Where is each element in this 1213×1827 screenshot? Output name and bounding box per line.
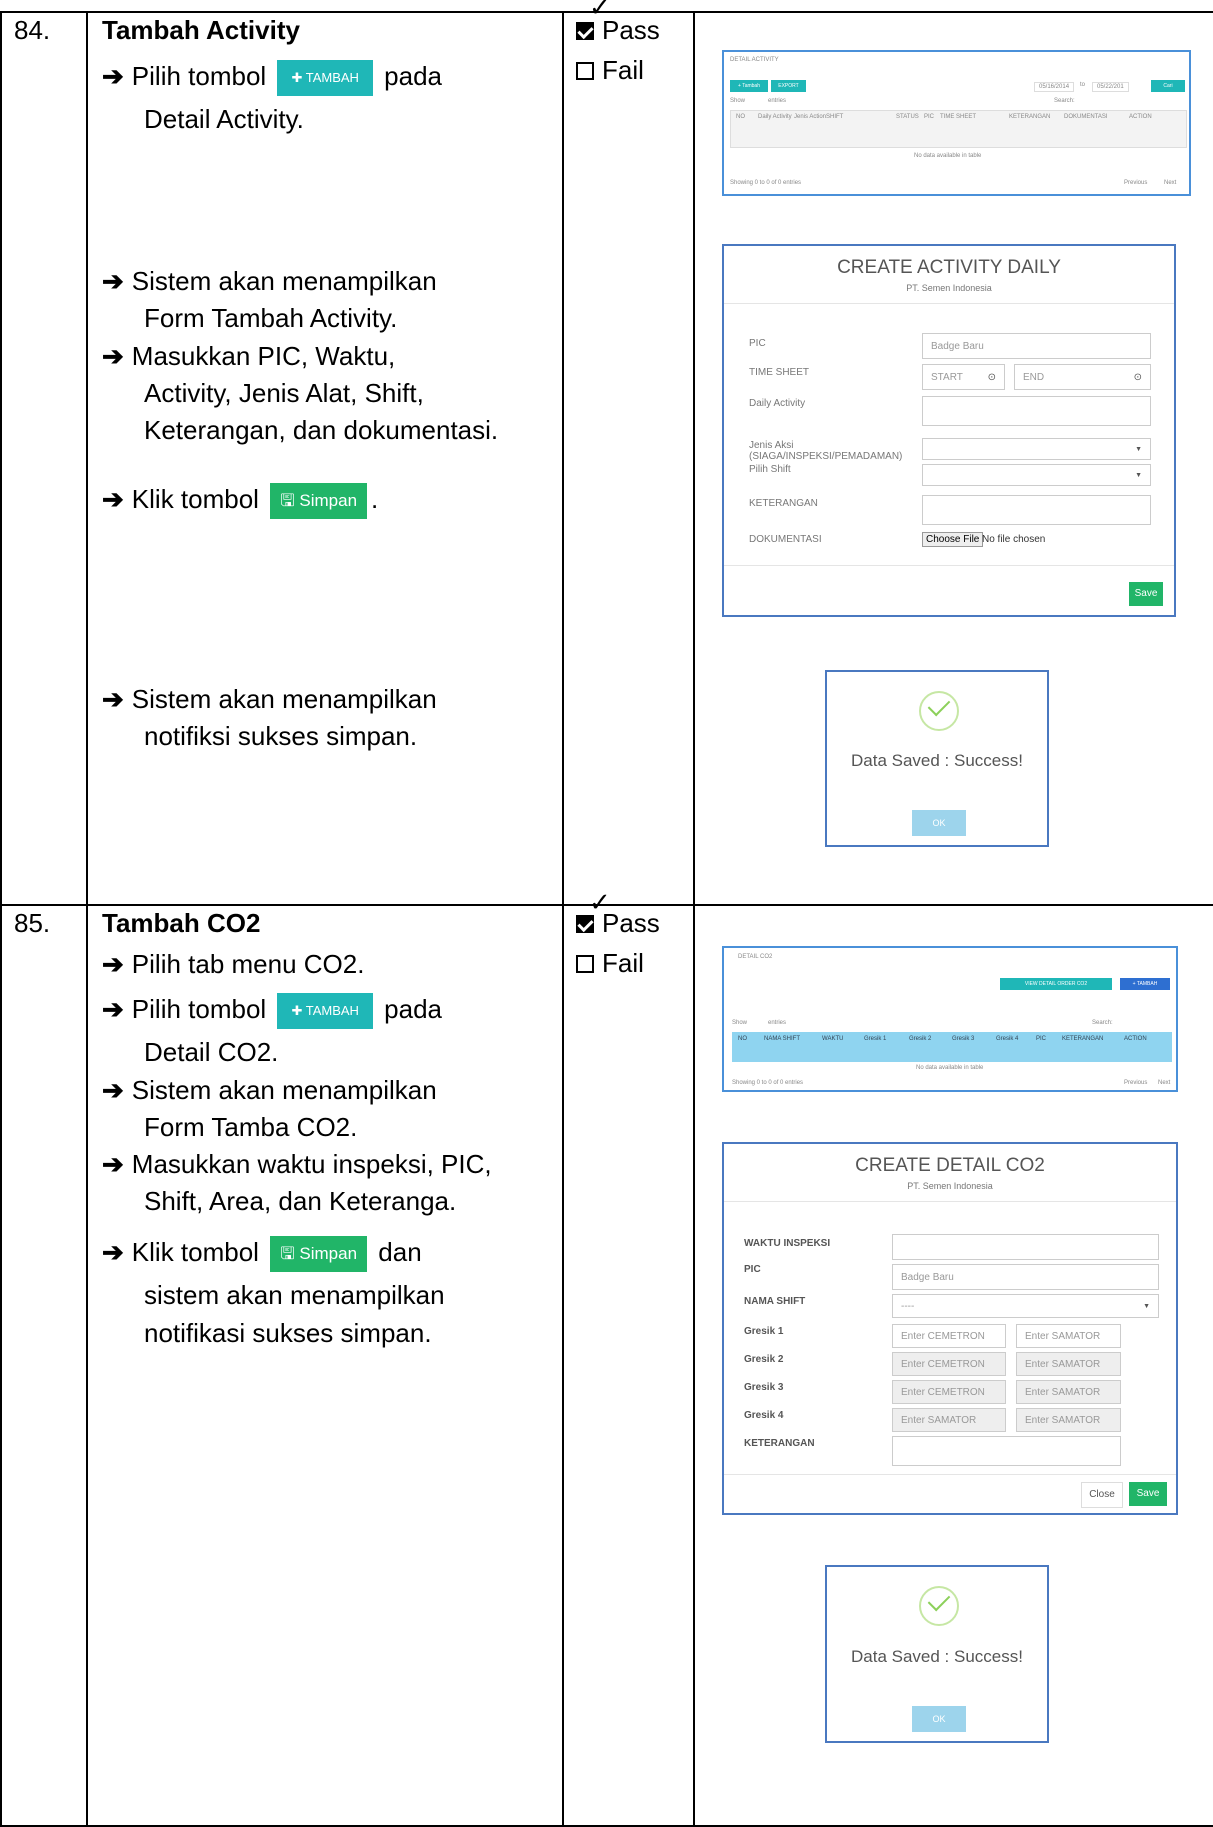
clock-icon: ⊙ [1133,371,1142,383]
choose-file-button[interactable]: Choose File [922,532,984,547]
pic-field[interactable]: Badge Baru [892,1264,1159,1290]
arrow-icon: ➔ [102,484,124,514]
clock-icon: ⊙ [987,371,996,383]
gresik3-samator-field[interactable]: Enter SAMATOR [1016,1380,1121,1404]
create-activity-form-screenshot: CREATE ACTIVITY DAILY PT. Semen Indonesi… [722,244,1176,617]
step-line: ➔ Sistem akan menampilkan [102,266,437,296]
row-title: Tambah CO2 [102,908,261,938]
step-line: ➔ Pilih tombol ✚ TAMBAH pada [102,58,442,97]
end-time-field[interactable]: END ⊙ [1014,364,1151,390]
arrow-icon: ➔ [102,994,124,1024]
shift-select[interactable]: ▼ [922,464,1151,486]
gresik4-samator-field[interactable]: Enter SAMATOR [892,1408,1006,1432]
keterangan-field[interactable] [892,1436,1121,1466]
arrow-icon: ➔ [102,61,124,91]
arrow-icon: ➔ [102,949,124,979]
pic-field[interactable]: Badge Baru [922,333,1151,359]
fail-checkbox[interactable]: Fail [576,945,644,982]
step-line: ➔ Sistem akan menampilkan [102,684,437,714]
step-line: ➔ Klik tombol 🖫 Simpan. [102,481,378,520]
row-number: 84. [14,15,51,45]
empty-box-icon [576,954,594,973]
nama-shift-select[interactable]: ---- ▼ [892,1294,1159,1318]
tambah-button: ✚ TAMBAH [277,60,373,97]
waktu-inspeksi-field[interactable] [892,1234,1159,1260]
close-button[interactable]: Close [1081,1482,1123,1508]
divider [724,303,1174,304]
fail-checkbox[interactable]: Fail [576,52,644,89]
step-line: Keterangan, dan dokumentasi. [144,415,499,445]
tick-mark-icon: ✓ [589,887,611,917]
success-dialog: Data Saved : Success! OK [825,1565,1049,1743]
simpan-button: 🖫 Simpan [270,483,368,520]
gresik1-cemetron-field[interactable]: Enter CEMETRON [892,1324,1006,1348]
step-line: Detail CO2. [144,1037,279,1067]
checked-box-icon [576,21,594,40]
tambah-button: ✚ TAMBAH [277,993,373,1030]
arrow-icon: ➔ [102,1149,124,1179]
step-line: ➔ Masukkan PIC, Waktu, [102,341,396,371]
daily-activity-field[interactable] [922,396,1151,426]
col-border-1 [86,11,88,1827]
step-line: ➔ Pilih tombol ✚ TAMBAH pada [102,991,442,1030]
caret-down-icon: ▼ [1135,471,1142,479]
success-dialog: Data Saved : Success! OK [825,670,1049,847]
simpan-button: 🖫 Simpan [270,1236,368,1273]
checked-box-icon [576,914,594,933]
ok-button[interactable]: OK [912,1706,966,1732]
empty-box-icon [576,61,594,80]
arrow-icon: ➔ [102,266,124,296]
caret-down-icon: ▼ [1143,1302,1150,1310]
col-border-3 [693,11,695,1827]
step-line: Activity, Jenis Alat, Shift, [144,378,424,408]
col-border-2 [562,11,564,1827]
save-button[interactable]: Save [1129,582,1163,606]
gresik2-cemetron-field[interactable]: Enter CEMETRON [892,1352,1006,1376]
arrow-icon: ➔ [102,1237,124,1267]
detail-co2-screenshot: DETAIL CO2 VIEW DETAIL ORDER CO2 + TAMBA… [722,946,1178,1092]
arrow-icon: ➔ [102,1075,124,1105]
step-line: ➔ Sistem akan menampilkan [102,1075,437,1105]
save-button[interactable]: Save [1129,1482,1167,1506]
step-line: ➔ Pilih tab menu CO2. [102,949,365,979]
step-line: Shift, Area, dan Keteranga. [144,1186,457,1216]
step-line: Detail Activity. [144,104,304,134]
gresik2-samator-field[interactable]: Enter SAMATOR [1016,1352,1121,1376]
arrow-icon: ➔ [102,684,124,714]
start-time-field[interactable]: START ⊙ [922,364,1005,390]
row-title: Tambah Activity [102,15,300,45]
create-co2-form-screenshot: CREATE DETAIL CO2 PT. Semen Indonesia WA… [722,1142,1178,1515]
row-number: 85. [14,908,51,938]
step-line: ➔ Masukkan waktu inspeksi, PIC, [102,1149,492,1179]
caret-down-icon: ▼ [1135,445,1142,453]
tick-mark-icon: ✓ [589,0,611,22]
step-line: Form Tamba CO2. [144,1112,358,1142]
step-line: sistem akan menampilkan [144,1280,445,1310]
test-case-table: 84. Tambah Activity ➔ Pilih tombol ✚ TAMB… [0,0,1213,1827]
jenis-aksi-select[interactable]: ▼ [922,438,1151,460]
gresik4-samator-field-2[interactable]: Enter SAMATOR [1016,1408,1121,1432]
divider [724,1474,1176,1475]
step-line: Form Tambah Activity. [144,303,398,333]
detail-activity-screenshot: DETAIL ACTIVITY + Tambah EXPORT 05/16/20… [722,50,1191,196]
step-line: ➔ Klik tombol 🖫 Simpan dan [102,1234,422,1273]
divider [724,1201,1176,1202]
divider [724,565,1174,566]
step-line: notifikasi sukses simpan. [144,1318,432,1348]
col-border-left [0,11,2,1827]
arrow-icon: ➔ [102,341,124,371]
gresik1-samator-field[interactable]: Enter SAMATOR [1016,1324,1121,1348]
gresik3-cemetron-field[interactable]: Enter CEMETRON [892,1380,1006,1404]
ok-button[interactable]: OK [912,810,966,836]
keterangan-field[interactable] [922,495,1151,525]
step-line: notifiksi sukses simpan. [144,721,418,751]
